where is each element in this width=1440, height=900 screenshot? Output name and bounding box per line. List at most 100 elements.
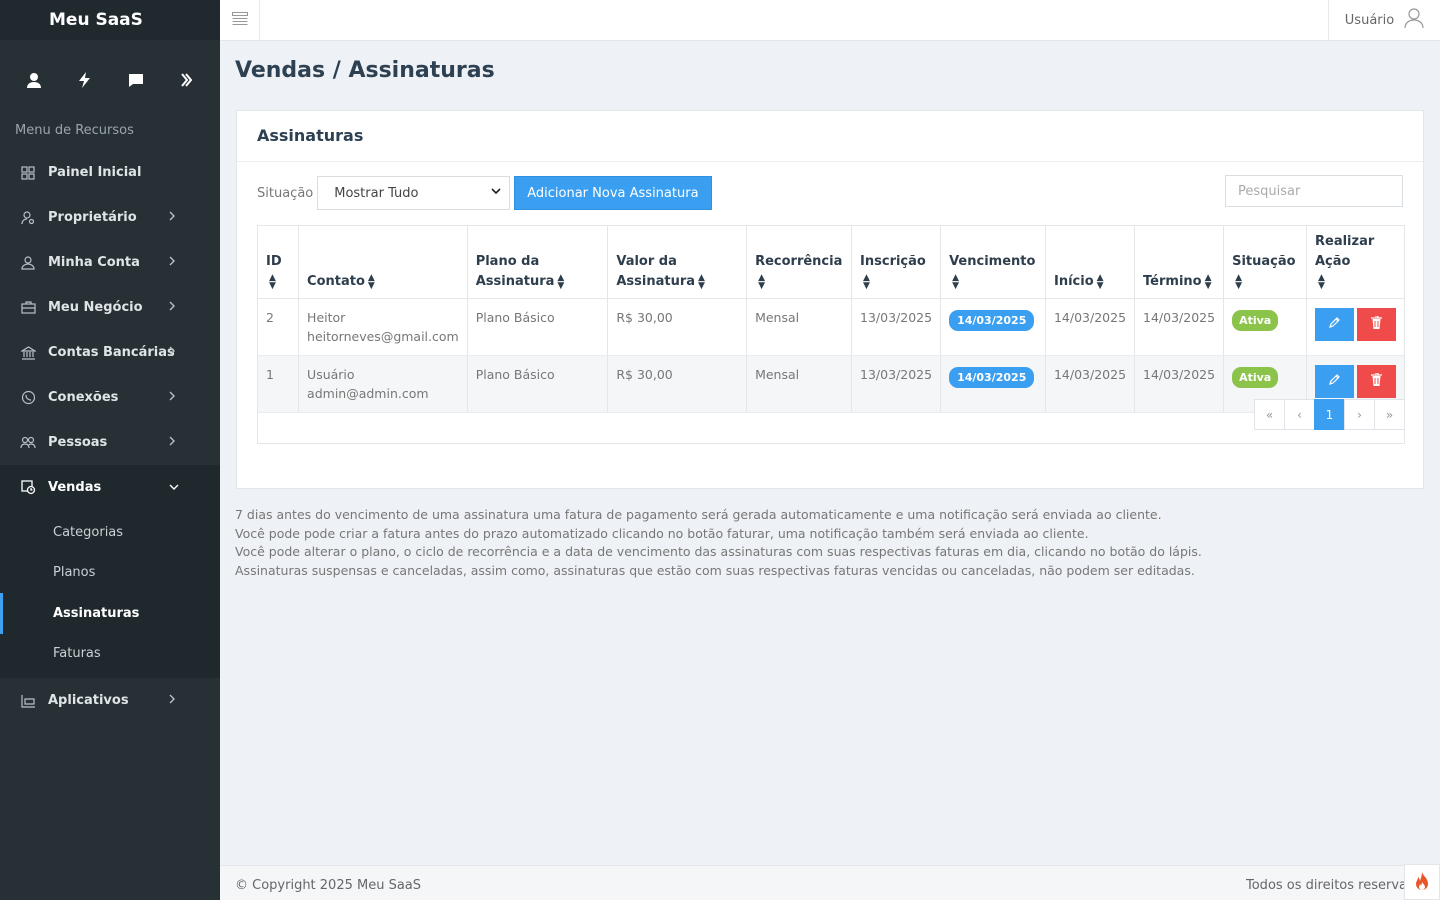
col-vencimento[interactable]: Vencimento ▲ ▼	[940, 226, 1046, 299]
add-subscription-button[interactable]: Adicionar Nova Assinatura	[514, 176, 712, 210]
footer: © Copyright 2025 Meu SaaS Todos os direi…	[220, 865, 1440, 900]
note-line: 7 dias antes do vencimento de uma assina…	[235, 507, 1162, 522]
chevron-right-icon	[169, 390, 176, 405]
sidebar-subitem-planos[interactable]: Planos	[0, 553, 220, 594]
col-plano[interactable]: Plano da Assinatura ▲ ▼	[467, 226, 609, 299]
col-acao[interactable]: Realizar Ação ▲ ▼	[1306, 226, 1404, 299]
bolt-icon[interactable]	[65, 60, 105, 100]
sidebar-item-conexoes[interactable]: Conexões	[0, 375, 220, 420]
vendas-submenu: Categorias Planos Assinaturas Faturas	[0, 510, 220, 678]
col-contato[interactable]: Contato ▲ ▼	[298, 226, 468, 299]
search-input[interactable]: Pesquisar	[1225, 175, 1403, 207]
fire-icon[interactable]	[1404, 864, 1440, 900]
sidebar: Meu SaaS Menu de Recursos Painel Inicial…	[0, 0, 220, 900]
col-situacao[interactable]: Situação ▲ ▼	[1223, 226, 1307, 299]
page-prev-button[interactable]: ‹	[1284, 399, 1315, 430]
cell-plano: Plano Básico	[467, 298, 609, 356]
rights-text: Todos os direitos reservados	[1246, 878, 1406, 893]
trash-icon	[1371, 315, 1382, 334]
cell-plano: Plano Básico	[467, 355, 609, 413]
note-line: Você pode pode criar a fatura antes do p…	[235, 525, 1089, 541]
cell-contato: Usuário admin@admin.com	[298, 355, 468, 413]
page-last-button[interactable]: »	[1374, 399, 1405, 430]
subscriptions-table: ID ▲ ▼ Contato ▲ ▼ Plano da Assinatura ▲ ▼ Valo…	[257, 225, 1405, 444]
sidebar-item-label: Aplicativos	[48, 693, 129, 708]
user-key-icon	[20, 210, 36, 226]
user-icon[interactable]	[14, 60, 54, 100]
sales-icon	[20, 480, 36, 496]
col-inicio[interactable]: Início ▲ ▼	[1045, 226, 1136, 299]
chevron-down-icon	[491, 186, 501, 199]
sidebar-subitem-faturas[interactable]: Faturas	[0, 634, 220, 675]
sidebar-item-contas-bancarias[interactable]: Contas Bancárias	[0, 330, 220, 375]
edit-button[interactable]	[1315, 365, 1354, 398]
sort-icon: ▲ ▼	[1096, 272, 1104, 291]
sort-icon: ▲ ▼	[1318, 272, 1325, 291]
cell-id: 1	[258, 355, 300, 413]
edit-button[interactable]	[1315, 308, 1354, 341]
sidebar-item-vendas[interactable]: Vendas	[0, 465, 220, 510]
sort-icon: ▲ ▼	[952, 272, 959, 291]
col-recorrencia[interactable]: Recorrência ▲ ▼	[746, 226, 853, 299]
sidebar-item-label: Vendas	[48, 480, 102, 495]
note-line: Assinaturas suspensas e canceladas, assi…	[235, 562, 1195, 578]
col-inscricao[interactable]: Inscrição ▲ ▼	[851, 226, 942, 299]
menu-toggle-button[interactable]	[220, 0, 260, 40]
cell-recorrencia: Mensal	[746, 355, 853, 413]
cell-recorrencia: Mensal	[746, 298, 853, 356]
page-next-button[interactable]: ›	[1344, 399, 1375, 430]
sidebar-item-painel-inicial[interactable]: Painel Inicial	[0, 150, 220, 195]
chevron-down-icon	[165, 484, 180, 491]
card-title: Assinaturas	[237, 111, 1423, 162]
user-menu[interactable]: Usuário	[1328, 0, 1440, 40]
trash-icon	[1371, 372, 1382, 391]
pagination: « ‹ 1 › »	[1254, 399, 1405, 430]
status-badge: Ativa	[1232, 310, 1279, 331]
chevron-right-icon	[169, 693, 176, 708]
sidebar-item-minha-conta[interactable]: Minha Conta	[0, 240, 220, 285]
sidebar-item-proprietario[interactable]: Proprietário	[0, 195, 220, 240]
col-valor[interactable]: Valor da Assinatura ▲ ▼	[607, 226, 748, 299]
sidebar-item-label: Contas Bancárias	[48, 345, 175, 360]
cell-contato: Heitor heitorneves@gmail.com	[298, 298, 468, 356]
menu-title: Menu de Recursos	[15, 123, 134, 138]
user-avatar-icon	[1404, 8, 1424, 32]
chevron-right-icon	[169, 210, 176, 225]
user-label: Usuário	[1344, 12, 1395, 28]
cell-vencimento: 14/03/2025	[940, 355, 1046, 413]
double-chevron-icon[interactable]	[167, 60, 207, 100]
chat-icon[interactable]	[116, 60, 156, 100]
status-filter-value: Mostrar Tudo	[334, 185, 419, 201]
chevron-right-icon	[169, 300, 176, 315]
cell-termino: 14/03/2025	[1134, 355, 1225, 413]
table-row: 1 Usuário admin@admin.com Plano Básico R$…	[258, 355, 1404, 413]
subscriptions-card: Assinaturas Situação Mostrar Tudo Adicio…	[236, 110, 1424, 489]
bank-icon	[20, 345, 36, 361]
cell-acao	[1306, 298, 1404, 356]
brand-logo[interactable]: Meu SaaS	[0, 0, 220, 40]
sort-icon: ▲ ▼	[1235, 272, 1242, 291]
sidebar-item-label: Conexões	[48, 390, 119, 405]
sidebar-item-aplicativos[interactable]: Aplicativos	[0, 678, 220, 723]
cell-valor: R$ 30,00	[607, 298, 748, 356]
col-termino[interactable]: Término ▲ ▼	[1134, 226, 1225, 299]
cell-inscricao: 13/03/2025	[851, 355, 942, 413]
topbar: Usuário	[220, 0, 1440, 41]
filter-label: Situação	[257, 185, 314, 201]
col-id[interactable]: ID ▲ ▼	[258, 226, 300, 299]
sidebar-item-pessoas[interactable]: Pessoas	[0, 420, 220, 465]
delete-button[interactable]	[1357, 308, 1396, 341]
help-notes: 7 dias antes do vencimento de uma assina…	[235, 506, 1202, 580]
sidebar-subitem-assinaturas[interactable]: Assinaturas	[0, 593, 220, 634]
sidebar-item-meu-negocio[interactable]: Meu Negócio	[0, 285, 220, 330]
briefcase-icon	[20, 300, 36, 316]
status-filter-select[interactable]: Mostrar Tudo	[317, 176, 511, 210]
sidebar-subitem-categorias[interactable]: Categorias	[0, 512, 220, 553]
sidebar-item-label: Painel Inicial	[48, 165, 142, 180]
page-first-button[interactable]: «	[1254, 399, 1285, 430]
cell-situacao: Ativa	[1223, 298, 1307, 356]
page-current-button[interactable]: 1	[1314, 399, 1345, 430]
note-line: Você pode alterar o plano, o ciclo de re…	[235, 544, 1202, 559]
delete-button[interactable]	[1357, 365, 1396, 398]
sort-icon: ▲ ▼	[269, 272, 276, 291]
